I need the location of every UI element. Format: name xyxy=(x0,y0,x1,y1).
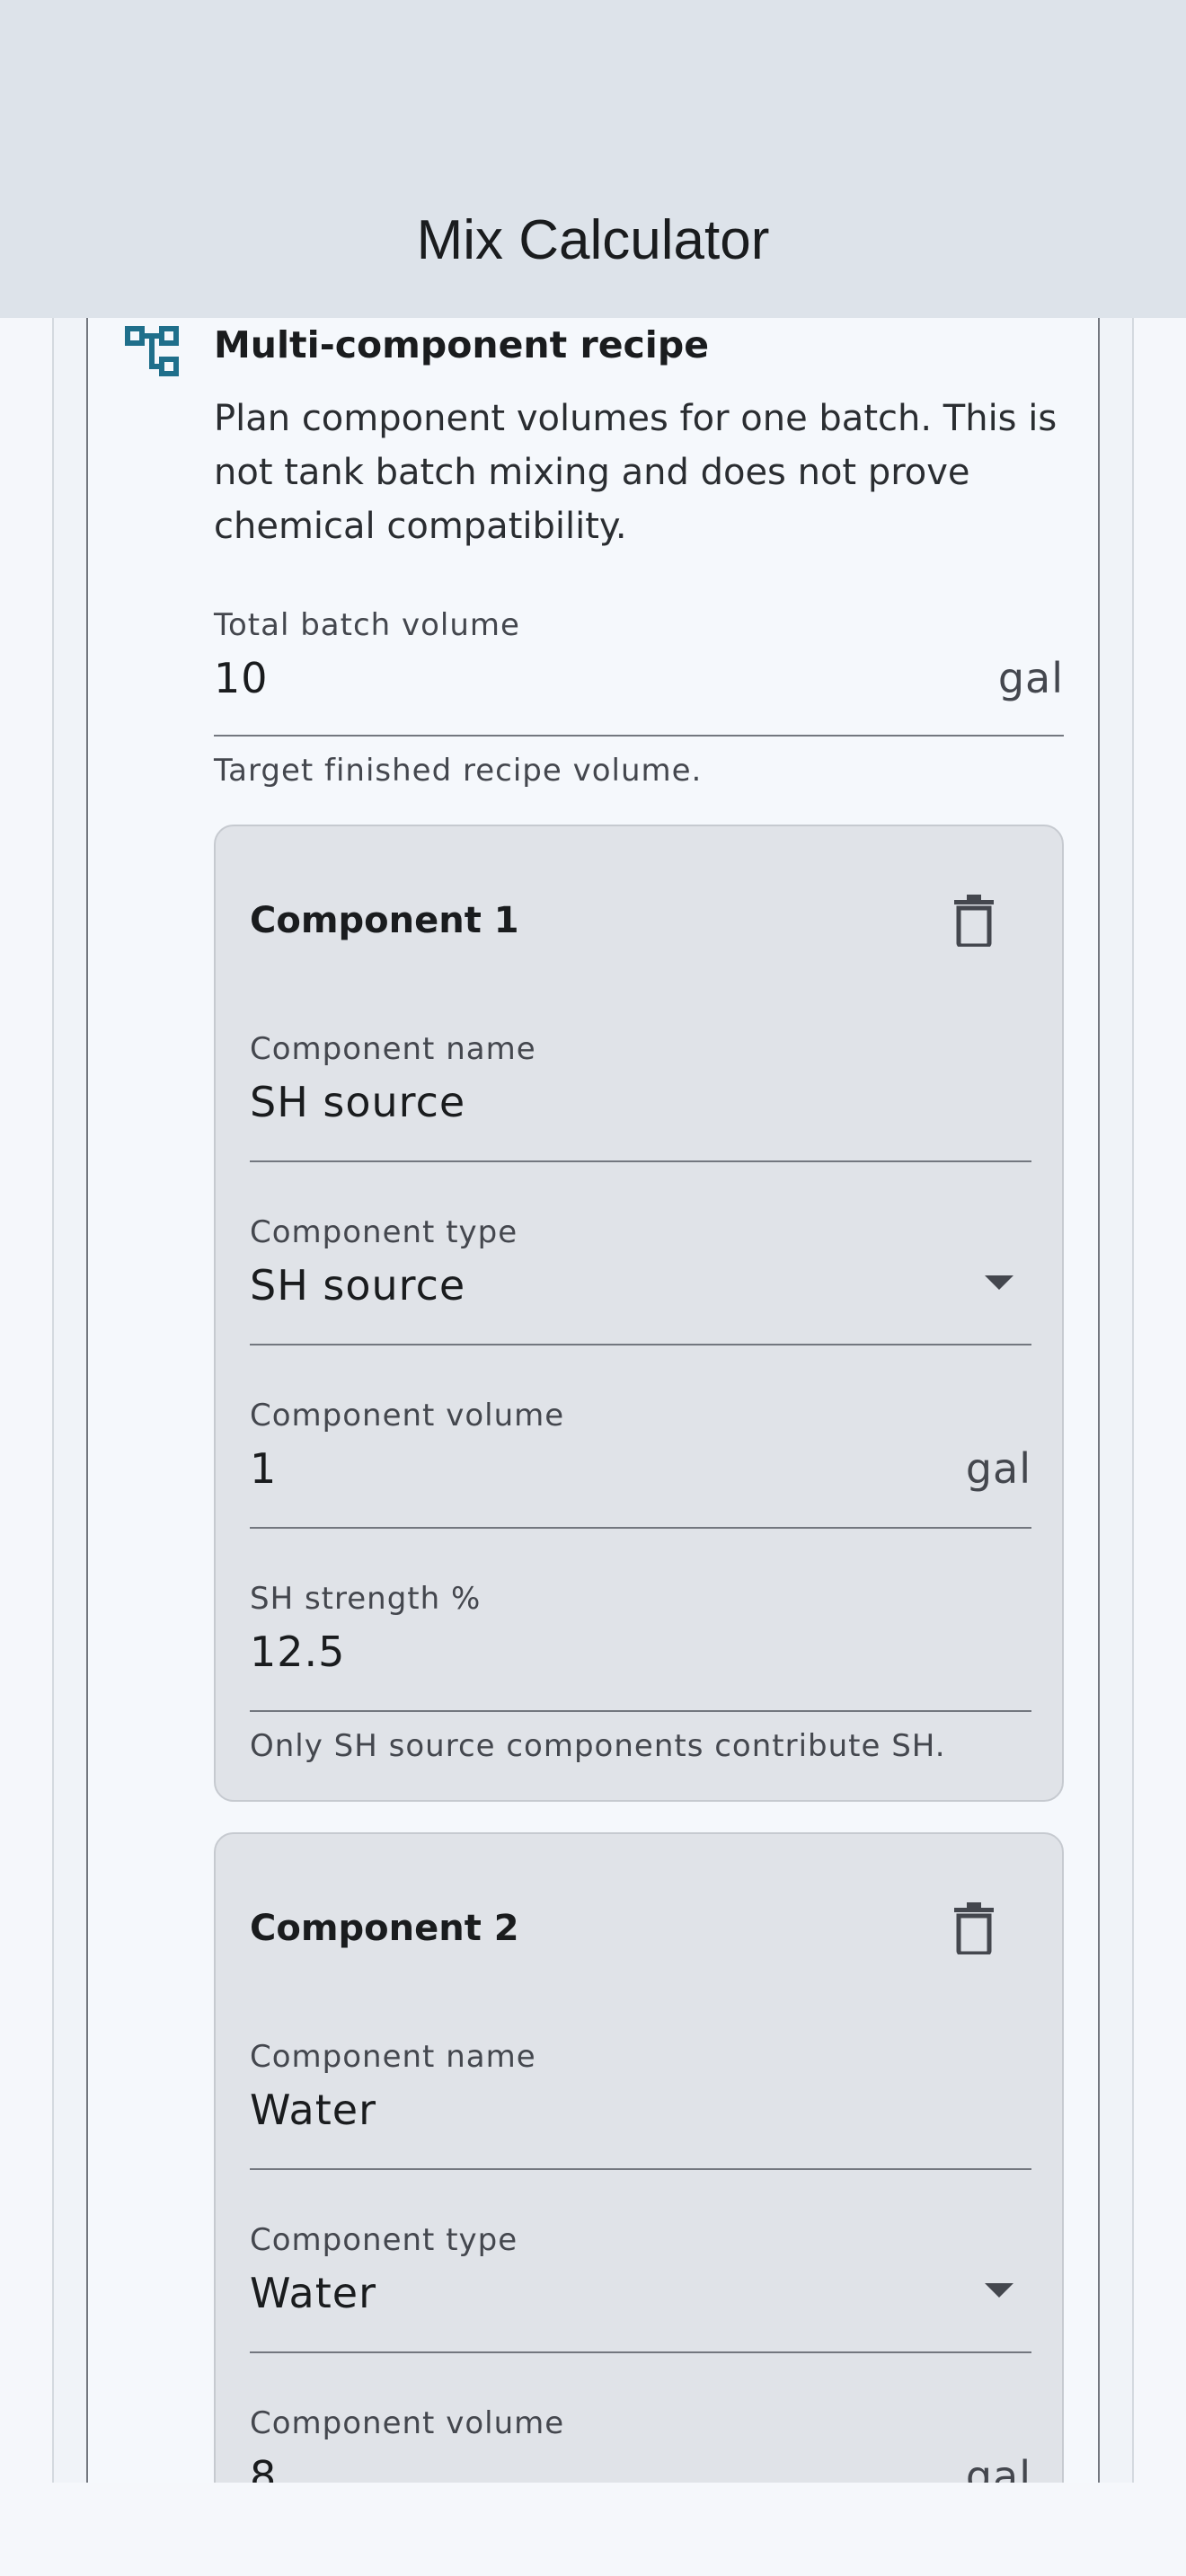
field-value: 8 xyxy=(250,2452,278,2483)
dropdown-arrow-icon xyxy=(985,2283,1013,2298)
field-label: SH strength % xyxy=(250,1581,482,1617)
component-type-select[interactable]: Component type SH source xyxy=(250,1214,1031,1345)
section-title: Multi-component recipe xyxy=(214,323,710,366)
field-value: SH source xyxy=(250,1078,466,1126)
app-title: Mix Calculator xyxy=(416,209,770,271)
sh-strength-field[interactable]: SH strength % 12.5 xyxy=(250,1581,1031,1712)
component-title: Component 1 xyxy=(250,900,519,941)
trash-icon xyxy=(952,895,996,950)
trash-icon xyxy=(952,1902,996,1958)
field-value: 1 xyxy=(250,1444,278,1493)
unit-suffix: gal xyxy=(997,654,1064,702)
component-name-field[interactable]: Component name SH source xyxy=(250,1031,1031,1162)
component-volume-field[interactable]: Component volume 8 gal xyxy=(250,2405,1031,2483)
component-type-select[interactable]: Component type Water xyxy=(250,2222,1031,2353)
field-value: Water xyxy=(250,2086,376,2134)
field-value: 10 xyxy=(214,654,269,702)
app-bar: Mix Calculator xyxy=(0,0,1186,318)
field-value: 12.5 xyxy=(250,1628,346,1676)
account-tree-icon xyxy=(124,325,181,379)
unit-suffix: gal xyxy=(965,1444,1031,1493)
component-title: Component 2 xyxy=(250,1908,519,1949)
bottom-spacer xyxy=(0,2483,1186,2576)
field-label: Component volume xyxy=(250,1398,565,1434)
total-batch-volume-field[interactable]: Total batch volume 10 gal xyxy=(214,607,1064,737)
scroll-content[interactable]: Multi-component recipe Plan component vo… xyxy=(0,318,1186,2483)
field-label: Component name xyxy=(250,1031,536,1067)
selected-value: SH source xyxy=(250,1261,466,1310)
section-description: Plan component volumes for one batch. Th… xyxy=(214,398,1058,547)
helper-text: Only SH source components contribute SH. xyxy=(250,1728,946,1764)
dropdown-arrow-icon xyxy=(985,1275,1013,1290)
selected-value: Water xyxy=(250,2269,376,2317)
helper-text: Target finished recipe volume. xyxy=(214,753,703,789)
component-card: Component 2 Component name Water Compone… xyxy=(214,1832,1064,2483)
component-card: Component 1 Component name SH source Com… xyxy=(214,825,1064,1802)
field-label: Component name xyxy=(250,2039,536,2075)
field-label: Component volume xyxy=(250,2405,565,2441)
delete-component-button[interactable] xyxy=(947,1899,1001,1962)
component-name-field[interactable]: Component name Water xyxy=(250,2039,1031,2170)
unit-suffix: gal xyxy=(965,2452,1031,2483)
field-label: Component type xyxy=(250,2222,518,2258)
field-label: Component type xyxy=(250,1214,518,1250)
component-volume-field[interactable]: Component volume 1 gal xyxy=(250,1398,1031,1529)
field-label: Total batch volume xyxy=(214,607,520,643)
delete-component-button[interactable] xyxy=(947,891,1001,954)
